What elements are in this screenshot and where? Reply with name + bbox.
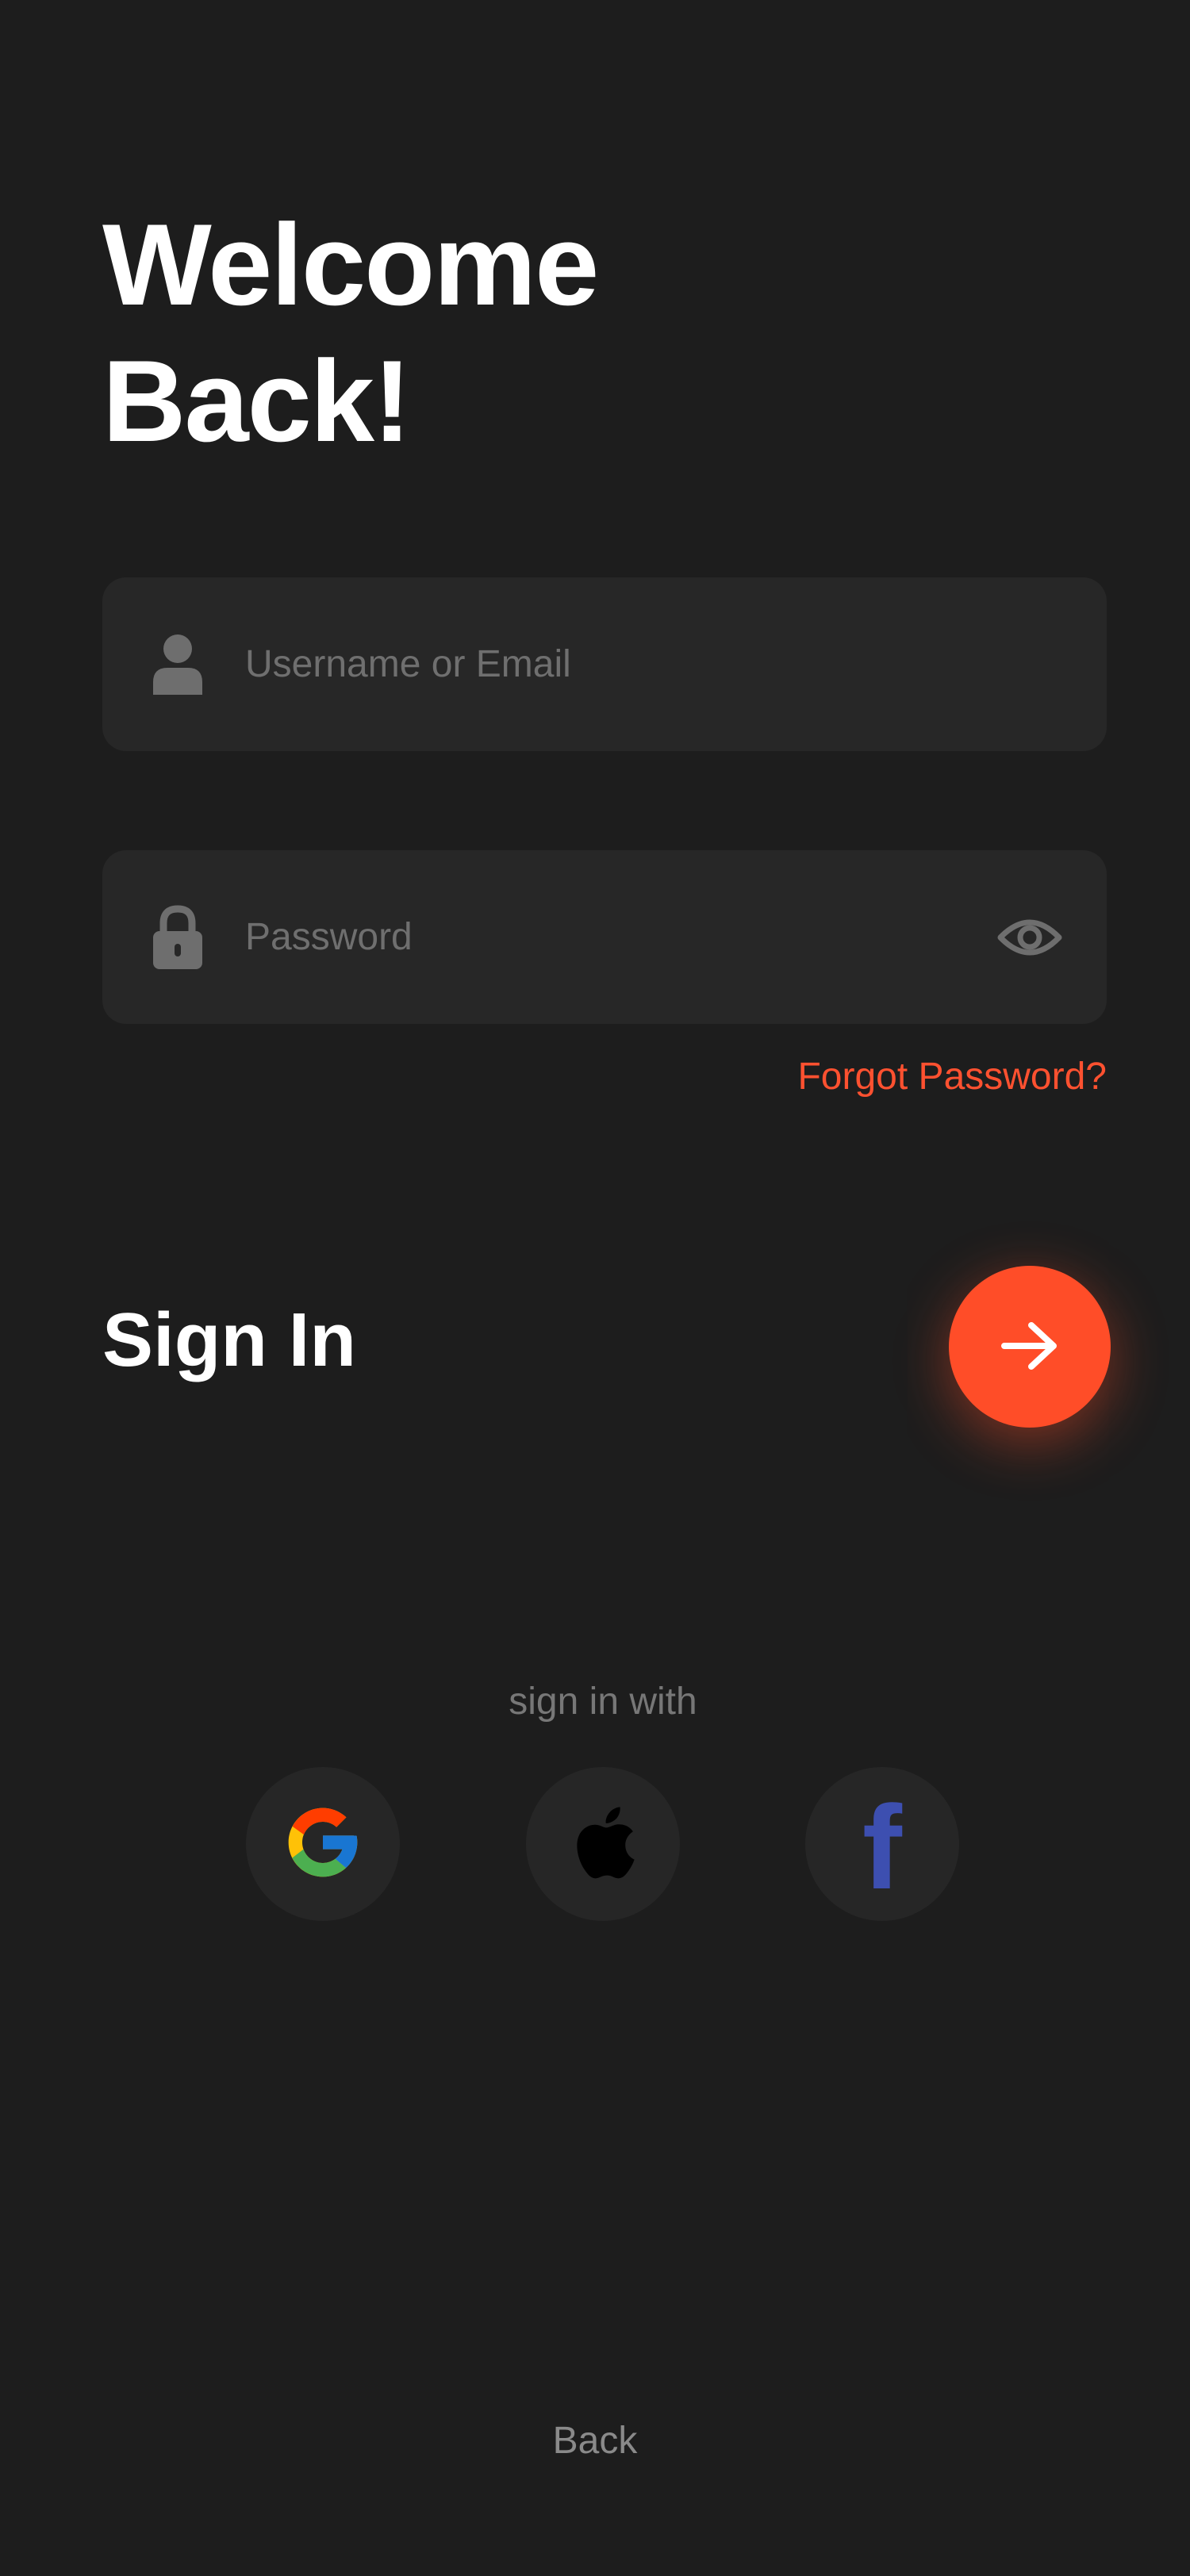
password-input[interactable]: [142, 850, 959, 1024]
google-sign-in-button[interactable]: [246, 1767, 400, 1921]
login-screen: Welcome Back! Forgot Pass: [0, 0, 1190, 2576]
social-providers: f: [0, 1767, 1190, 1921]
page-title: Welcome Back!: [102, 197, 599, 470]
social-sign-in-label: sign in with: [509, 1681, 697, 1723]
facebook-sign-in-button[interactable]: f: [805, 1767, 959, 1921]
eye-icon[interactable]: [997, 912, 1062, 963]
facebook-icon: f: [862, 1781, 902, 1914]
arrow-right-icon: [1001, 1321, 1058, 1372]
password-field[interactable]: [102, 850, 1107, 1024]
google-icon: [282, 1801, 364, 1888]
apple-sign-in-button[interactable]: [526, 1767, 680, 1921]
username-field[interactable]: [102, 577, 1107, 751]
apple-icon: [567, 1801, 639, 1888]
forgot-password-link[interactable]: Forgot Password?: [797, 1055, 1107, 1098]
sign-in-label: Sign In: [102, 1298, 356, 1382]
title-line-2: Back!: [102, 336, 412, 466]
username-input[interactable]: [142, 577, 959, 751]
sign-in-button[interactable]: [949, 1266, 1111, 1428]
back-button[interactable]: Back: [0, 2419, 1190, 2463]
title-line-1: Welcome: [102, 200, 599, 329]
